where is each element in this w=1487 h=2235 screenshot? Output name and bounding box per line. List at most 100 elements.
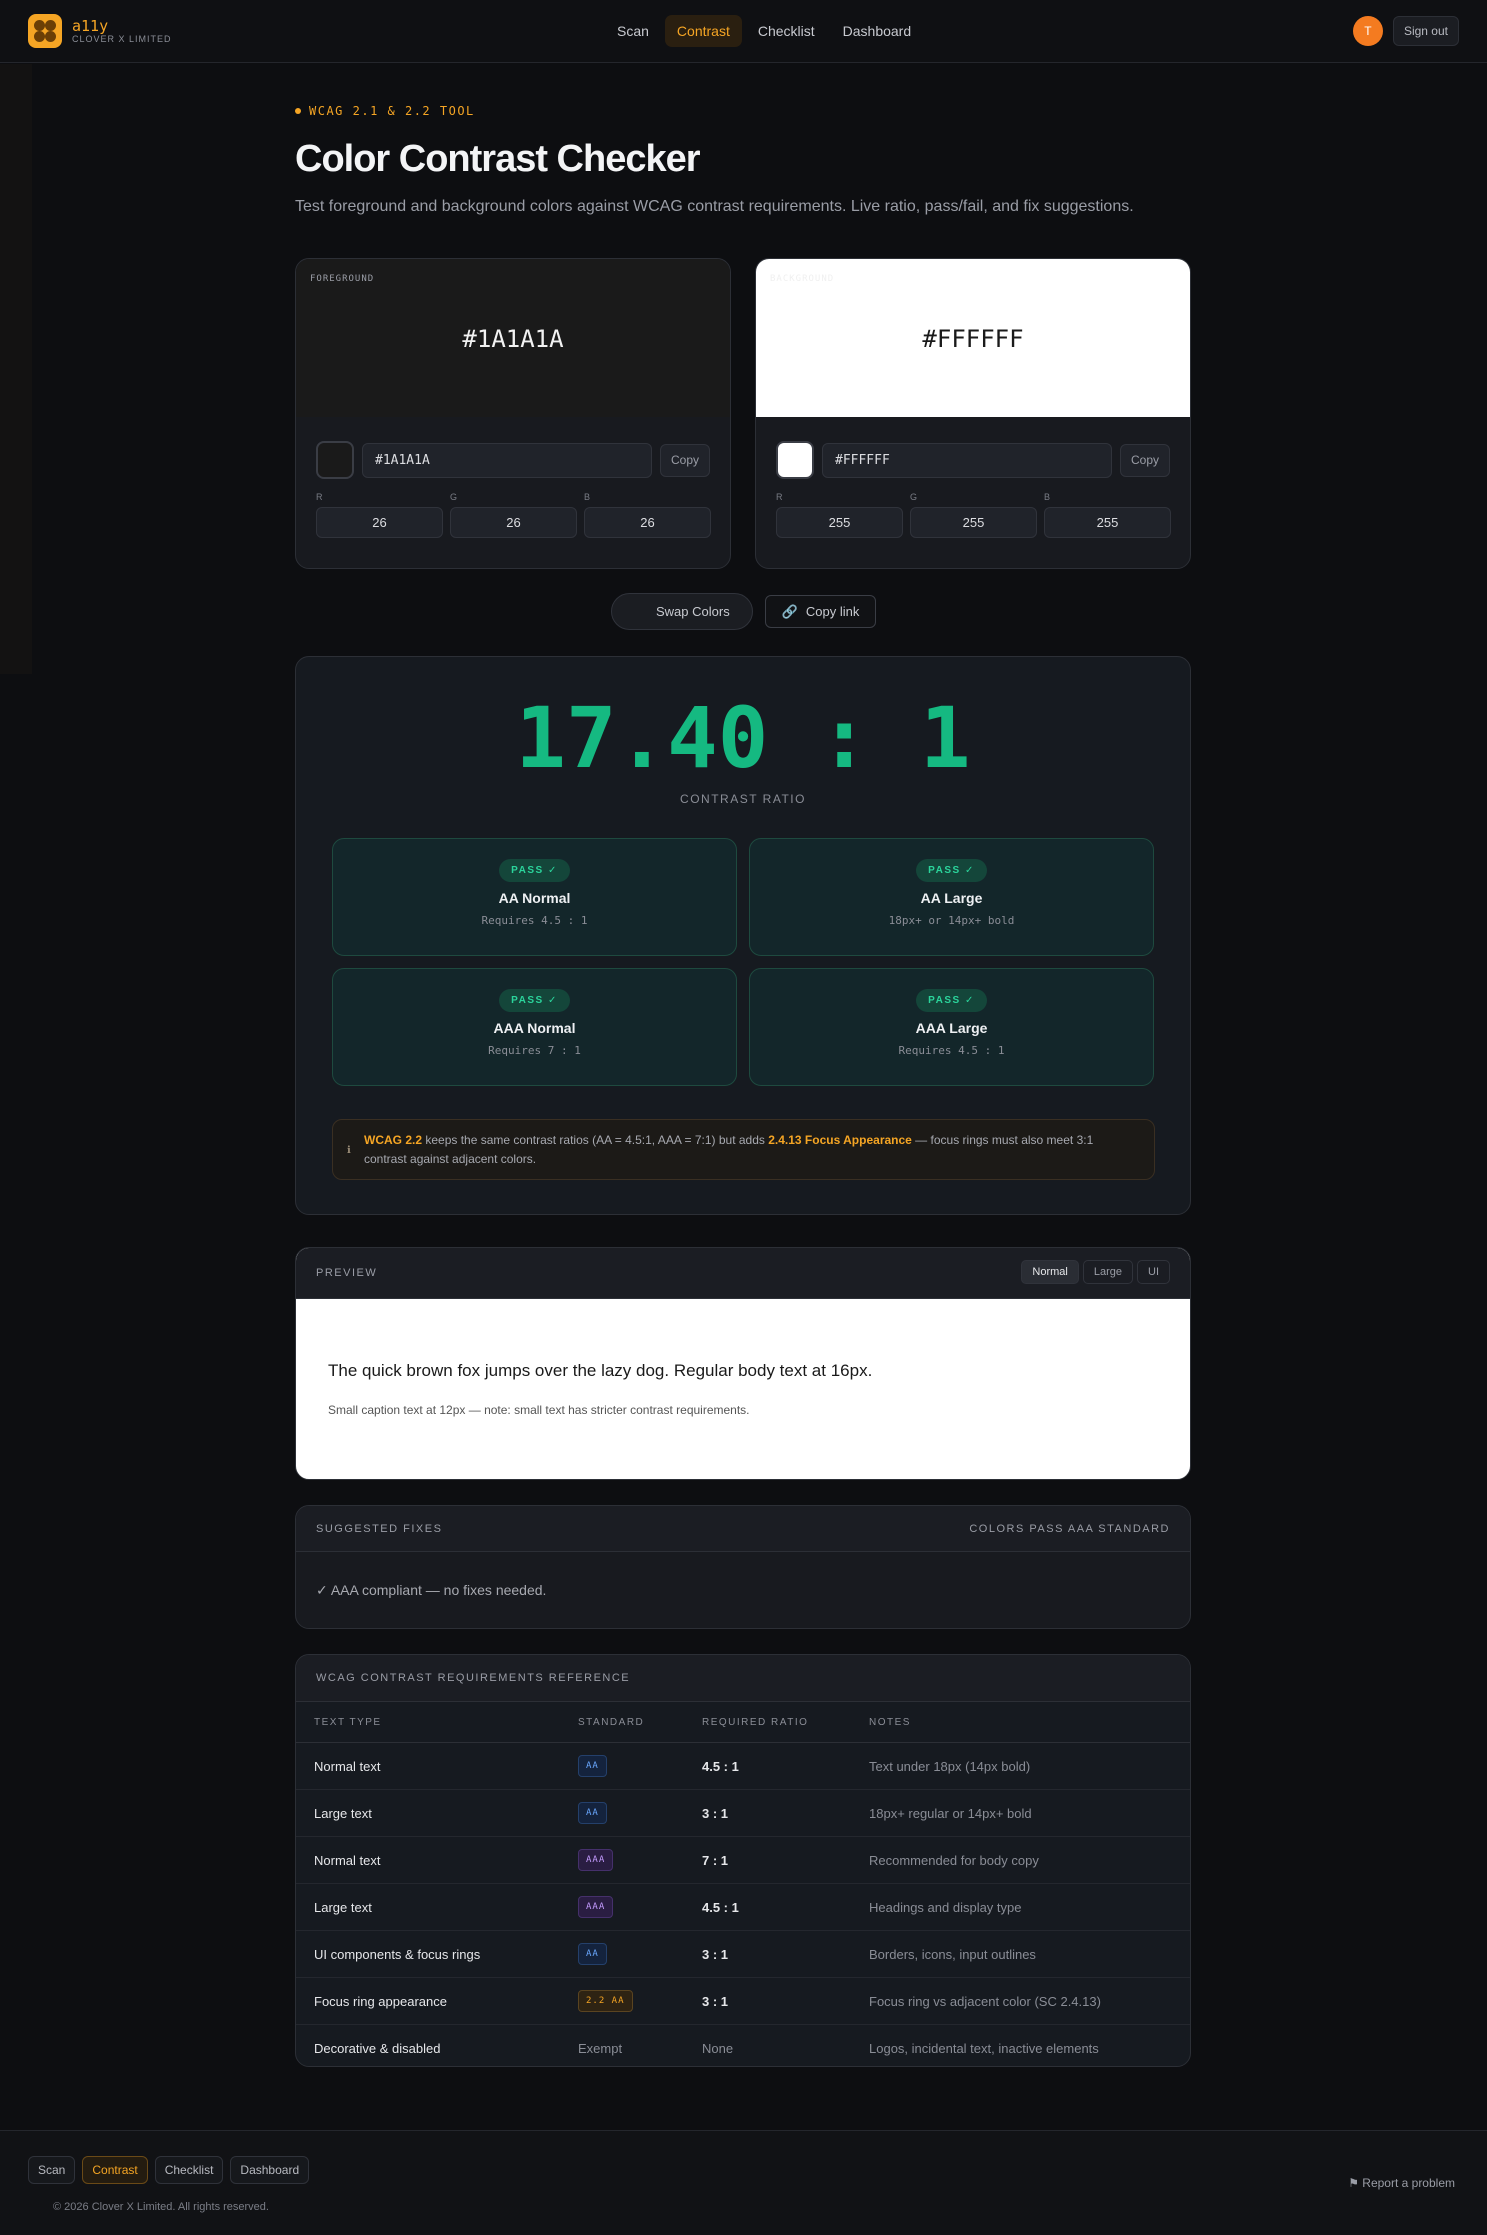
cell-required-ratio: 7 : 1	[702, 1853, 729, 1868]
pass-badge: PASS ✓	[916, 859, 987, 882]
cell-required-ratio: 3 : 1	[702, 1947, 729, 1962]
cell-text-type: Normal text	[314, 1853, 381, 1868]
background-g-input[interactable]: 255	[910, 507, 1037, 538]
nav-item-dashboard[interactable]: Dashboard	[831, 15, 924, 47]
table-row: Decorative & disabled Exempt None Logos, in…	[296, 2025, 1190, 2066]
standard-badge: AA	[578, 1943, 607, 1965]
level-name: AAA Normal	[493, 1020, 576, 1036]
cell-notes: Borders, icons, input outlines	[869, 1947, 1036, 1962]
wcag-note: ℹ WCAG 2.2 keeps the same contrast ratio…	[332, 1119, 1155, 1180]
copy-link-label: Copy link	[805, 604, 860, 619]
foreground-b-input[interactable]: 26	[584, 507, 711, 538]
foreground-g-input[interactable]: 26	[450, 507, 577, 538]
preview-title: PREVIEW	[316, 1267, 378, 1279]
brand[interactable]: a11y CLOVER X LIMITED	[28, 14, 172, 48]
cell-text-type: Normal text	[314, 1759, 381, 1774]
preview-mode-toggle: Normal Large UI	[1017, 1260, 1170, 1284]
cell-notes: Headings and display type	[869, 1900, 1022, 1915]
foreground-hex-input[interactable]: #1A1A1A	[362, 442, 652, 478]
standard-badge: AA	[578, 1755, 607, 1777]
cell-text-type: Decorative & disabled	[314, 2041, 441, 2056]
background-card: BACKGROUND #FFFFFF #FFFFFF Copy R 255 G 25…	[755, 258, 1191, 569]
copyright: © 2026 Clover X Limited. All rights rese…	[53, 2201, 269, 2213]
nav-item-scan[interactable]: Scan	[605, 15, 661, 47]
cell-notes: Focus ring vs adjacent color (SC 2.4.13)	[869, 1994, 1101, 2009]
cell-notes: Logos, incidental text, inactive element…	[869, 2041, 1099, 2056]
standard-badge: 2.2 AA	[578, 1990, 633, 2012]
level-requirement: Requires 4.5 : 1	[898, 1044, 1005, 1057]
level-aa-normal: PASS ✓ AA Normal Requires 4.5 : 1	[332, 838, 737, 956]
standard-badge: AAA	[578, 1849, 614, 1871]
background-r-input[interactable]: 255	[776, 507, 903, 538]
footer-nav: Scan Contrast Checklist Dashboard	[28, 2156, 316, 2184]
r-label: R	[776, 492, 783, 502]
cell-required-ratio: 4.5 : 1	[702, 1759, 739, 1774]
swap-colors-button[interactable]: Swap Colors	[611, 593, 753, 630]
avatar[interactable]: T	[1352, 16, 1383, 46]
b-label: B	[1044, 492, 1051, 502]
foreground-swatch: FOREGROUND #1A1A1A	[296, 259, 730, 417]
contrast-ratio-label: CONTRAST RATIO	[680, 792, 806, 806]
g-label: G	[910, 492, 918, 502]
standard-badge: AAA	[578, 1896, 614, 1918]
level-aaa-normal: PASS ✓ AAA Normal Requires 7 : 1	[332, 968, 737, 1086]
footer-nav-checklist[interactable]: Checklist	[154, 2156, 224, 2184]
table-header: TEXT TYPE STANDARD REQUIRED RATIO NOTES	[296, 1702, 1190, 1743]
nav-item-checklist[interactable]: Checklist	[746, 15, 827, 47]
g-label: G	[450, 492, 458, 502]
page-title: Color Contrast Checker	[295, 138, 701, 180]
background-color-picker[interactable]	[776, 441, 814, 479]
preview-caption-text: Small caption text at 12px — note: small…	[328, 1403, 750, 1417]
background-hex-input[interactable]: #FFFFFF	[822, 442, 1112, 478]
nav-item-contrast[interactable]: Contrast	[664, 15, 742, 47]
cell-text-type: Focus ring appearance	[314, 1994, 447, 2009]
background-swatch: BACKGROUND #FFFFFF	[756, 259, 1190, 417]
preview-body-text: The quick brown fox jumps over the lazy …	[328, 1361, 873, 1380]
footer-nav-scan[interactable]: Scan	[28, 2156, 76, 2184]
foreground-label: FOREGROUND	[310, 274, 375, 284]
brand-subtitle: CLOVER X LIMITED	[72, 34, 172, 44]
background-b-input[interactable]: 255	[1044, 507, 1171, 538]
level-requirement: 18px+ or 14px+ bold	[888, 914, 1015, 927]
level-aaa-large: PASS ✓ AAA Large Requires 4.5 : 1	[749, 968, 1154, 1086]
cell-required-ratio: 4.5 : 1	[702, 1900, 739, 1915]
sign-out-button[interactable]: Sign out	[1392, 16, 1459, 46]
fixes-status: COLORS PASS AAA STANDARD	[969, 1523, 1170, 1535]
column-header-required-ratio: REQUIRED RATIO	[702, 1717, 809, 1728]
actions-row: Swap Colors 🔗 Copy link	[611, 593, 877, 630]
reference-table-card: WCAG CONTRAST REQUIREMENTS REFERENCE TEX…	[295, 1654, 1191, 2067]
background-copy-button[interactable]: Copy	[1120, 443, 1170, 477]
footer-nav-dashboard[interactable]: Dashboard	[230, 2156, 310, 2184]
column-header-notes: NOTES	[869, 1717, 911, 1728]
table-row: Large text AA 3 : 1 18px+ regular or 14px+ …	[296, 1790, 1190, 1837]
report-problem-link[interactable]: ⚑ Report a problem	[1348, 2176, 1455, 2190]
footer-nav-contrast[interactable]: Contrast	[82, 2156, 148, 2184]
note-text-1: keeps the same contrast ratios (AA = 4.5…	[422, 1133, 769, 1147]
cell-text-type: Large text	[314, 1900, 372, 1915]
preview-mode-large[interactable]: Large	[1082, 1260, 1133, 1284]
standard-badge: Exempt	[578, 2041, 623, 2056]
cell-notes: Text under 18px (14px bold)	[869, 1759, 1031, 1774]
table-row: Large text AAA 4.5 : 1 Headings and display…	[296, 1884, 1190, 1931]
table-body: Normal text AA 4.5 : 1 Text under 18px (14p…	[296, 1743, 1190, 2066]
foreground-r-input[interactable]: 26	[316, 507, 443, 538]
level-aa-large: PASS ✓ AA Large 18px+ or 14px+ bold	[749, 838, 1154, 956]
background-hex-display: #FFFFFF	[922, 325, 1024, 353]
foreground-color-picker[interactable]	[316, 441, 354, 479]
preview-mode-ui[interactable]: UI	[1137, 1260, 1170, 1284]
link-icon: 🔗	[781, 603, 798, 619]
preview-mode-normal[interactable]: Normal	[1021, 1260, 1079, 1284]
standard-badge: AA	[578, 1802, 607, 1824]
r-label: R	[316, 492, 323, 502]
foreground-card: FOREGROUND #1A1A1A #1A1A1A Copy R 26 G 26 …	[295, 258, 731, 569]
top-nav-bar: a11y CLOVER X LIMITED Scan Contrast Chec…	[0, 0, 1487, 63]
brand-name: a11y	[72, 17, 109, 35]
pass-badge: PASS ✓	[499, 859, 570, 882]
level-name: AA Normal	[498, 890, 571, 906]
column-header-text-type: TEXT TYPE	[314, 1717, 382, 1728]
foreground-copy-button[interactable]: Copy	[660, 443, 710, 477]
table-row: UI components & focus rings AA 3 : 1 Border…	[296, 1931, 1190, 1978]
level-requirement: Requires 4.5 : 1	[481, 914, 588, 927]
copy-link-button[interactable]: 🔗 Copy link	[764, 595, 877, 628]
table-row: Focus ring appearance 2.2 AA 3 : 1 Focus ri…	[296, 1978, 1190, 2025]
